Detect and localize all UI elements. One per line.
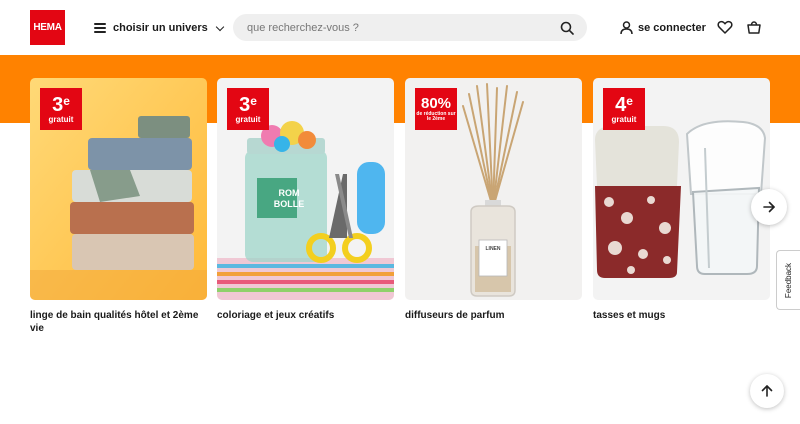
- user-icon: [620, 21, 633, 35]
- product-card-diffuser[interactable]: LINEN 80% de réduction sur le 2ème: [405, 78, 582, 300]
- carousel-next-button[interactable]: [751, 189, 787, 225]
- arrow-right-icon: [763, 201, 775, 213]
- login-label: se connecter: [638, 22, 706, 34]
- menu-label: choisir un univers: [113, 22, 208, 34]
- badge-suffix: e: [250, 93, 257, 108]
- badge-text: gratuit: [235, 114, 261, 124]
- card-caption[interactable]: linge de bain qualités hôtel et 2ème vie: [30, 309, 207, 335]
- badge-number: 3: [239, 93, 251, 116]
- search-bar: [233, 14, 587, 41]
- back-to-top-button[interactable]: [750, 374, 784, 408]
- hema-logo[interactable]: HEMA: [30, 10, 65, 45]
- card-caption[interactable]: coloriage et jeux créatifs: [217, 309, 394, 322]
- arrow-up-icon: [761, 385, 773, 397]
- badge-number: 4: [615, 93, 627, 116]
- badge-suffix: e: [626, 93, 633, 108]
- logo-text: HEMA: [33, 22, 62, 33]
- login-link[interactable]: se connecter: [620, 18, 706, 38]
- badge-text: gratuit: [611, 114, 637, 124]
- feedback-label: Feedback: [784, 262, 794, 298]
- basket-icon[interactable]: [746, 19, 762, 35]
- heart-icon[interactable]: [717, 19, 733, 35]
- product-card-coloring[interactable]: ROM BOLLE 3e gratuit: [217, 78, 394, 300]
- badge-text: gratuit: [48, 114, 74, 124]
- hamburger-icon: [94, 23, 106, 33]
- badge-number: 3: [52, 93, 64, 116]
- promo-badge: 80% de réduction sur le 2ème: [415, 88, 457, 130]
- search-icon[interactable]: [559, 20, 575, 36]
- promo-badge: 4e gratuit: [603, 88, 645, 130]
- badge-text: de réduction sur le 2ème: [416, 110, 456, 122]
- product-card-towels[interactable]: 3e gratuit: [30, 78, 207, 300]
- product-card-mugs[interactable]: 4e gratuit: [593, 78, 770, 300]
- promo-badge: 3e gratuit: [40, 88, 82, 130]
- chevron-down-icon: [215, 22, 224, 31]
- promo-badge: 3e gratuit: [227, 88, 269, 130]
- card-caption[interactable]: diffuseurs de parfum: [405, 309, 582, 322]
- jar-label: ROM BOLLE: [273, 188, 305, 209]
- category-menu-button[interactable]: choisir un univers: [94, 18, 224, 38]
- site-header: HEMA choisir un univers se connecter: [0, 0, 800, 55]
- badge-suffix: e: [63, 93, 70, 108]
- card-caption[interactable]: tasses et mugs: [593, 309, 770, 322]
- product-label: LINEN: [485, 246, 501, 252]
- badge-number: 80%: [420, 94, 452, 112]
- feedback-tab[interactable]: Feedback: [776, 250, 800, 310]
- search-input[interactable]: [247, 21, 559, 34]
